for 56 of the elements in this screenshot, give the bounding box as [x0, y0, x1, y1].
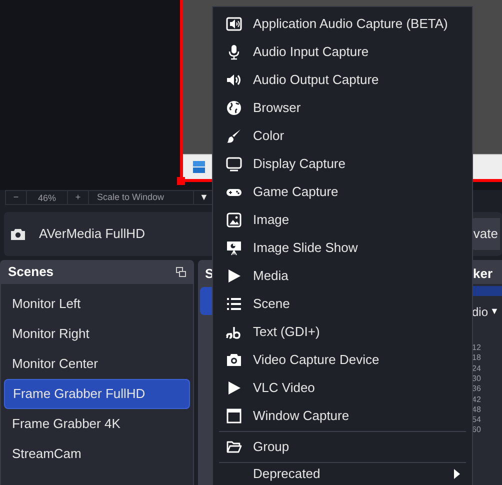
menu-item[interactable]: Audio Input Capture [217, 38, 468, 66]
menu-item[interactable]: Text (GDI+) [217, 318, 468, 346]
dropdown-arrow[interactable]: ▼ [490, 305, 499, 319]
list-row[interactable]: Monitor Right [4, 319, 190, 349]
menu-item[interactable]: Audio Output Capture [217, 66, 468, 94]
menu-item[interactable]: Display Capture [217, 150, 468, 178]
menu-item[interactable]: Scene [217, 290, 468, 318]
list-row[interactable]: StreamCam [4, 439, 190, 469]
camera-icon [226, 352, 242, 368]
menu-item[interactable]: Image [217, 206, 468, 234]
zoom-in-button[interactable]: + [67, 190, 89, 205]
camera-icon [11, 228, 25, 240]
menu-item[interactable]: Media [217, 262, 468, 290]
panel-title: ker [473, 265, 493, 283]
menu-item[interactable]: Deprecated [217, 464, 468, 484]
menu-item[interactable]: VLC Video [217, 374, 468, 402]
text-icon [226, 324, 242, 340]
monitor-icon [226, 156, 242, 172]
menu-item[interactable]: Application Audio Capture (BETA) [217, 10, 468, 38]
resize-handle[interactable] [177, 177, 185, 185]
zoom-level: 46% [27, 190, 67, 205]
speaker-icon [226, 72, 242, 88]
brush-icon [226, 128, 242, 144]
panel-title: Scenes [8, 263, 54, 282]
list-row[interactable]: Frame Grabber 4K [4, 409, 190, 439]
menu-item[interactable]: Browser [217, 94, 468, 122]
play-icon [226, 268, 242, 284]
meter-tick: 48 [472, 406, 481, 414]
presentation-icon [226, 240, 242, 256]
menu-item[interactable]: Color [217, 122, 468, 150]
menu-item[interactable]: Game Capture [217, 178, 468, 206]
speaker-icon [226, 16, 242, 32]
device-name: dio [472, 304, 488, 321]
list-row[interactable]: Frame Grabber FullHD [4, 379, 190, 409]
menu-item[interactable]: Video Capture Device [217, 346, 468, 374]
globe-icon [226, 100, 242, 116]
menu-item[interactable]: Window Capture [217, 402, 468, 430]
meter-tick: 18 [472, 354, 481, 362]
play-icon [226, 380, 242, 396]
microphone-icon [226, 44, 242, 60]
list-row[interactable]: Monitor Left [4, 289, 190, 319]
window-icon [226, 408, 242, 424]
deactivate-button[interactable]: vate [471, 218, 500, 250]
undock-icon[interactable] [176, 267, 186, 277]
list-row[interactable]: Monitor Center [4, 349, 190, 379]
menu-item[interactable]: Image Slide Show [217, 234, 468, 262]
scale-mode-field[interactable]: Scale to Window [89, 190, 193, 205]
zoom-out-button[interactable]: − [5, 190, 27, 205]
list-icon [226, 296, 242, 312]
windows-icon[interactable] [193, 161, 205, 173]
menu-item[interactable]: Group [217, 433, 468, 461]
source-name: AVerMedia FullHD [39, 225, 145, 244]
image-icon [226, 212, 242, 228]
submenu-arrow-icon [454, 469, 460, 479]
folder-icon [226, 439, 242, 455]
meter-tick: 12 [472, 344, 481, 352]
